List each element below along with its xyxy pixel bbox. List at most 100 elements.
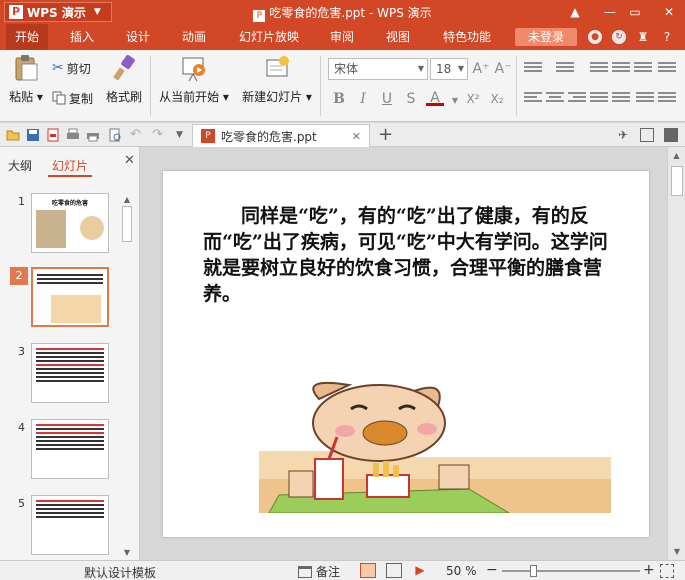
help-icon[interactable]: ?: [660, 30, 674, 44]
align-left-icon[interactable]: [524, 92, 542, 106]
close-button[interactable]: ✕: [660, 3, 678, 21]
copy-button[interactable]: 复制: [52, 88, 93, 108]
columns-icon[interactable]: [636, 92, 654, 106]
slide-sorter-icon[interactable]: [386, 563, 402, 578]
restore-window-icon[interactable]: [640, 128, 654, 142]
close-tab-icon[interactable]: ✕: [352, 130, 361, 143]
editor-scrollbar[interactable]: ▲ ▼: [667, 147, 685, 560]
menu-home[interactable]: 开始: [6, 24, 48, 50]
scroll-up-icon[interactable]: ▲: [121, 195, 133, 204]
zoom-level[interactable]: 50 %: [446, 564, 477, 578]
slide-canvas[interactable]: 同样是“吃”，有的“吃”出了健康，有的反而“吃”出了疾病，可见“吃”中大有学问。…: [163, 171, 649, 537]
open-folder-icon[interactable]: [6, 128, 20, 142]
underline-icon[interactable]: U: [378, 90, 396, 108]
font-name-combo[interactable]: 宋体 ▼: [328, 58, 428, 80]
scissors-icon: ✂: [52, 60, 64, 76]
align-right-icon[interactable]: [568, 92, 586, 106]
menu-animation[interactable]: 动画: [174, 24, 214, 50]
chevron-down-icon[interactable]: ▼: [446, 92, 464, 110]
cloud-icon[interactable]: ●: [588, 30, 602, 44]
line-spacing-icon[interactable]: [658, 62, 676, 76]
copy-icon: [52, 91, 66, 105]
chevron-down-icon[interactable]: ▼: [176, 128, 190, 142]
notes-button[interactable]: 备注: [298, 563, 340, 580]
slide-text-box[interactable]: 同样是“吃”，有的“吃”出了健康，有的反而“吃”出了疾病，可见“吃”中大有学问。…: [203, 203, 623, 307]
skin-icon[interactable]: ▲: [566, 3, 584, 21]
slide-thumbnail-1[interactable]: 吃零食的危害: [31, 193, 109, 253]
zoom-slider-thumb[interactable]: [530, 565, 537, 577]
minimize-button[interactable]: —: [601, 3, 619, 21]
thumbnail-title: 吃零食的危害: [51, 200, 88, 207]
slide-number: 1: [18, 195, 25, 208]
new-tab-button[interactable]: +: [378, 124, 393, 146]
text-direction-icon[interactable]: [634, 62, 652, 76]
selected-slide-marker: 2: [10, 267, 28, 285]
close-pane-icon[interactable]: ✕: [124, 153, 135, 168]
window-mode-icon[interactable]: [664, 128, 678, 142]
slide-thumbnail-3[interactable]: [31, 343, 109, 403]
font-size-combo[interactable]: 18 ▼: [430, 58, 468, 80]
cut-button[interactable]: ✂ 剪切: [52, 58, 91, 78]
menu-view[interactable]: 视图: [378, 24, 418, 50]
new-slide-button[interactable]: 新建幻灯片 ▾: [240, 54, 314, 105]
justify-icon[interactable]: [590, 92, 608, 106]
tab-document[interactable]: P 吃零食的危害.ppt ✕: [192, 124, 370, 147]
distribute-icon[interactable]: [612, 92, 630, 106]
slide-thumbnail-2[interactable]: [31, 267, 109, 327]
print-icon[interactable]: [66, 128, 80, 142]
tab-outline[interactable]: 大纲: [8, 157, 32, 174]
bullet-list-icon[interactable]: [524, 62, 542, 76]
tab-slides[interactable]: 幻灯片: [52, 157, 88, 174]
menu-design[interactable]: 设计: [118, 24, 158, 50]
format-painter-button[interactable]: 格式刷: [104, 54, 144, 105]
font-color-icon[interactable]: A: [426, 90, 444, 106]
undo-icon[interactable]: ↶: [130, 128, 144, 142]
increase-indent-icon[interactable]: [612, 62, 630, 76]
pdf-export-icon[interactable]: [46, 128, 60, 142]
redo-icon[interactable]: ↷: [152, 128, 166, 142]
subscript-icon[interactable]: X₂: [488, 90, 506, 108]
bold-icon[interactable]: B: [330, 90, 348, 108]
superscript-icon[interactable]: X²: [464, 90, 482, 108]
shirt-icon[interactable]: ♜: [636, 30, 650, 44]
fit-window-icon[interactable]: [660, 564, 674, 578]
scroll-thumb[interactable]: [122, 206, 132, 242]
play-from-current-button[interactable]: 从当前开始 ▾: [158, 54, 230, 105]
paste-button[interactable]: 粘贴 ▾: [8, 54, 44, 105]
thumbnail-scrollbar[interactable]: ▲ ▼: [121, 195, 133, 557]
save-icon[interactable]: [26, 128, 40, 142]
align-center-icon[interactable]: [546, 92, 564, 106]
italic-icon[interactable]: I: [354, 90, 372, 108]
shadow-icon[interactable]: S: [402, 90, 420, 108]
pin-icon[interactable]: ✈: [618, 128, 632, 142]
text-box-icon[interactable]: [658, 92, 676, 106]
scroll-down-icon[interactable]: ▼: [668, 547, 685, 556]
decrease-indent-icon[interactable]: [590, 62, 608, 76]
slide-thumbnail-5[interactable]: [31, 495, 109, 555]
design-template-label: 默认设计模板: [84, 566, 157, 580]
shrink-font-icon[interactable]: A⁻: [494, 60, 512, 78]
menu-review[interactable]: 审阅: [322, 24, 362, 50]
slideshow-icon[interactable]: ▶: [412, 563, 428, 578]
print-preview-icon[interactable]: [86, 128, 100, 142]
menu-insert[interactable]: 插入: [62, 24, 102, 50]
zoom-slider-track[interactable]: [502, 570, 640, 572]
app-menu-button[interactable]: P WPS 演示 ▼: [4, 2, 112, 22]
login-button[interactable]: 未登录: [515, 28, 577, 46]
pig-eating-picture[interactable]: [259, 379, 611, 513]
preview-icon[interactable]: [108, 128, 122, 142]
slide-thumbnail-4[interactable]: [31, 419, 109, 479]
maximize-button[interactable]: ▭: [626, 3, 644, 21]
grow-font-icon[interactable]: A⁺: [472, 60, 490, 78]
zoom-out-button[interactable]: −: [486, 562, 498, 578]
ppt-file-icon: P: [253, 10, 266, 22]
scroll-up-icon[interactable]: ▲: [668, 151, 685, 160]
numbered-list-icon[interactable]: [556, 62, 574, 76]
menu-features[interactable]: 特色功能: [436, 24, 498, 50]
sync-icon[interactable]: ↻: [612, 30, 626, 44]
zoom-in-button[interactable]: +: [643, 562, 655, 578]
scroll-thumb[interactable]: [670, 166, 683, 196]
normal-view-icon[interactable]: [360, 563, 376, 578]
menu-slideshow[interactable]: 幻灯片放映: [232, 24, 306, 50]
scroll-down-icon[interactable]: ▼: [121, 548, 133, 557]
